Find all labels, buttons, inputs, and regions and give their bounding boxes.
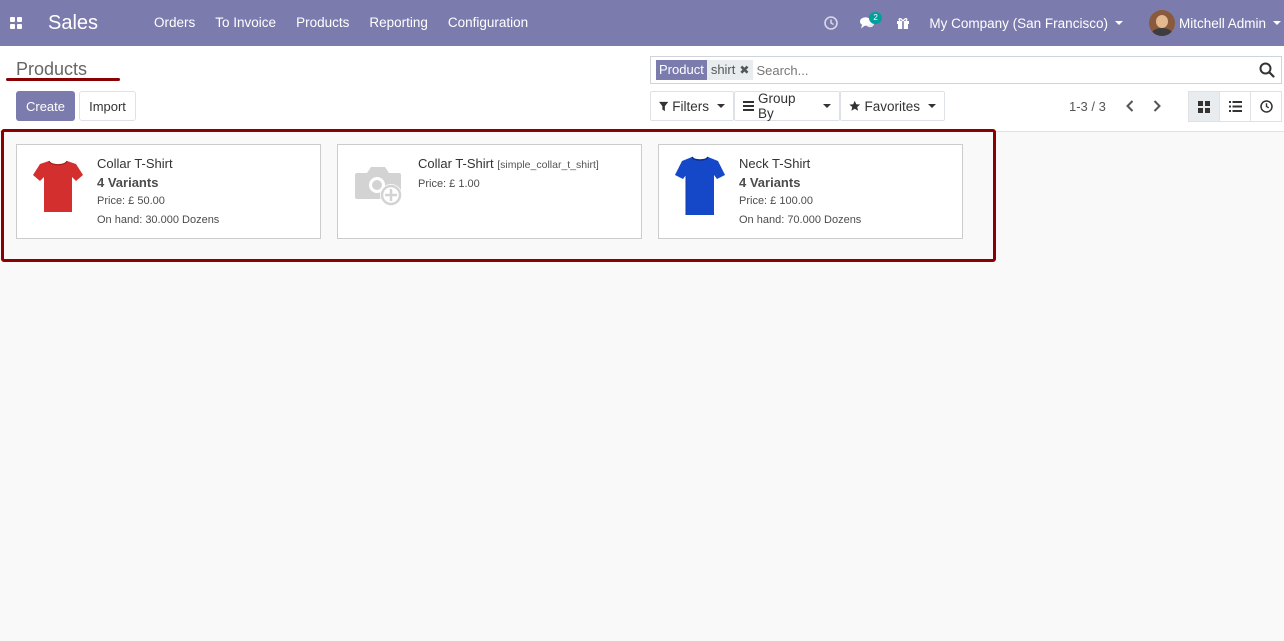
activity-view-clock-icon[interactable] [1250, 91, 1282, 122]
chevron-down-icon [1114, 21, 1123, 25]
product-price: Price: £ 50.00 [97, 195, 165, 207]
product-price: Price: £ 100.00 [739, 195, 813, 207]
product-card[interactable]: Collar T-Shirt 4 Variants Price: £ 50.00… [16, 144, 321, 239]
menu-item-orders[interactable]: Orders [144, 0, 205, 46]
company-name: My Company (San Francisco) [929, 15, 1108, 31]
list-bars-icon [743, 101, 754, 111]
view-switcher [1188, 91, 1282, 122]
title-annotation-underline [6, 78, 120, 81]
chevron-left-icon[interactable] [1116, 92, 1144, 120]
product-reference: [simple_collar_t_shirt] [497, 159, 599, 171]
pager-value[interactable]: 1-3 / 3 [1069, 99, 1106, 114]
facet-value: shirt [710, 62, 736, 77]
product-price: Price: £ 1.00 [418, 178, 480, 190]
create-button[interactable]: Create [16, 91, 75, 121]
menu-item-configuration[interactable]: Configuration [438, 0, 538, 46]
activity-clock-icon[interactable] [813, 0, 849, 46]
product-card[interactable]: Collar T-Shirt [simple_collar_t_shirt] P… [337, 144, 642, 239]
product-name: Neck T-Shirt [739, 156, 811, 171]
menu-item-products[interactable]: Products [286, 0, 359, 46]
product-name: Collar T-Shirt [97, 156, 173, 171]
search-bar: Product shirt ✖ [650, 56, 1282, 84]
list-view-icon[interactable] [1219, 91, 1251, 122]
facet-category: Product [656, 60, 707, 80]
product-variants: 4 Variants [97, 175, 159, 190]
product-name: Collar T-Shirt [418, 156, 494, 171]
product-name-line: Collar T-Shirt [simple_collar_t_shirt] [418, 156, 635, 173]
user-name: Mitchell Admin [1178, 15, 1266, 31]
search-icon[interactable] [1255, 58, 1279, 82]
camera-placeholder-icon [349, 155, 409, 217]
control-panel: Products Create Import Product shirt ✖ F… [0, 46, 1284, 132]
chevron-down-icon [928, 104, 936, 108]
page-title: Products [16, 59, 88, 79]
chat-badge: 2 [869, 12, 882, 24]
chevron-down-icon [717, 104, 725, 108]
filters-label: Filters [672, 98, 709, 114]
red-tshirt-icon [28, 155, 88, 217]
app-name[interactable]: Sales [48, 12, 144, 35]
top-navbar: Sales Orders To Invoice Products Reporti… [0, 0, 1284, 46]
search-facet: Product shirt ✖ [656, 60, 754, 80]
search-input[interactable] [756, 59, 1255, 81]
product-on-hand: On hand: 30.000 Dozens [97, 214, 220, 226]
menu-item-to-invoice[interactable]: To Invoice [205, 0, 286, 46]
avatar [1148, 10, 1175, 36]
navbar-systray: 2 My Company (San Francisco) Mitchell Ad… [813, 0, 1284, 46]
favorites-dropdown[interactable]: Favorites [840, 91, 945, 121]
star-icon [849, 100, 861, 111]
filter-icon [659, 101, 669, 111]
company-switcher[interactable]: My Company (San Francisco) [929, 16, 1123, 31]
groupby-dropdown[interactable]: Group By [734, 91, 840, 121]
product-card[interactable]: Neck T-Shirt 4 Variants Price: £ 100.00 … [658, 144, 963, 239]
gift-icon[interactable] [885, 0, 921, 46]
kanban-view-icon[interactable] [1188, 91, 1220, 122]
groupby-label: Group By [758, 91, 796, 121]
chat-icon[interactable]: 2 [849, 0, 885, 46]
filters-dropdown[interactable]: Filters [650, 91, 734, 121]
menu-item-reporting[interactable]: Reporting [359, 0, 438, 46]
user-menu[interactable]: Mitchell Admin [1148, 10, 1281, 36]
close-icon[interactable]: ✖ [739, 60, 749, 80]
product-variants: 4 Variants [739, 175, 801, 190]
chevron-down-icon [1273, 21, 1281, 25]
product-on-hand: On hand: 70.000 Dozens [739, 214, 862, 226]
blue-tshirt-icon [670, 155, 730, 217]
facet-value-container: shirt ✖ [706, 60, 754, 80]
favorites-label: Favorites [864, 98, 920, 114]
chevron-right-icon[interactable] [1143, 92, 1171, 120]
chevron-down-icon [823, 104, 831, 108]
app-menu-icon[interactable] [0, 0, 32, 46]
main-menu: Orders To Invoice Products Reporting Con… [144, 0, 538, 46]
import-button[interactable]: Import [79, 91, 136, 121]
